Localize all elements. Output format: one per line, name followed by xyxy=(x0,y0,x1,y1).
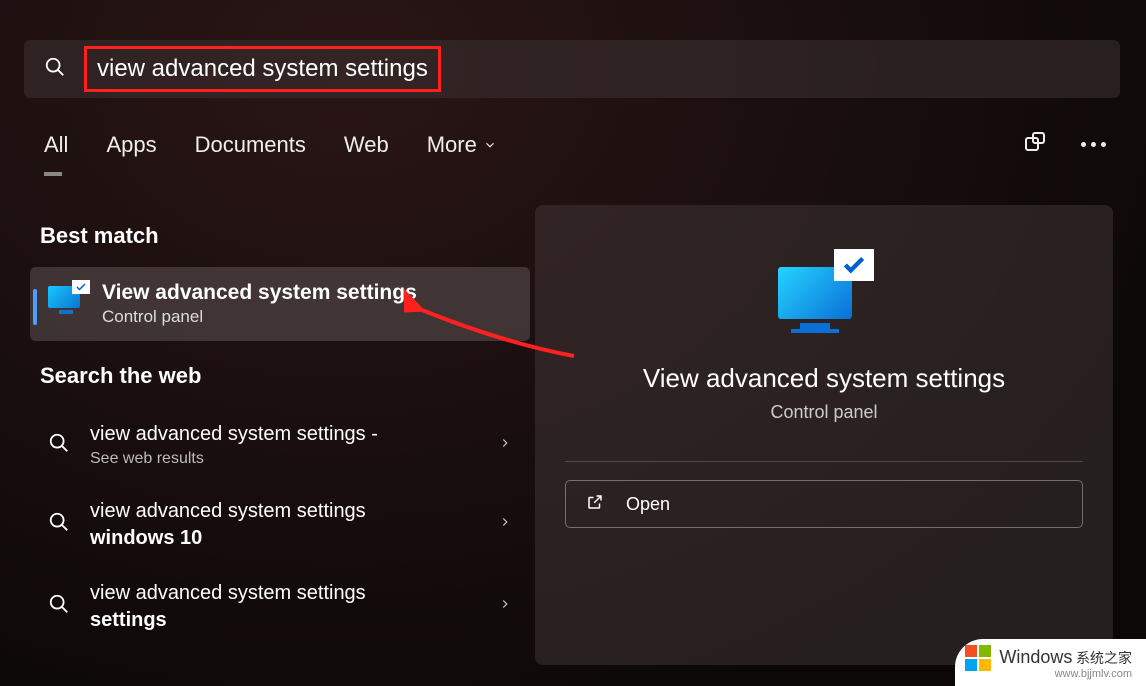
watermark-brand: Windows xyxy=(999,647,1072,667)
filter-tabs: All Apps Documents Web More xyxy=(44,132,497,176)
watermark-url: www.bjjmlv.com xyxy=(999,668,1132,680)
overview-icon[interactable] xyxy=(1023,130,1047,159)
watermark: Windows 系统之家 www.bjjmlv.com xyxy=(955,639,1146,686)
system-settings-icon xyxy=(48,286,84,322)
detail-panel: View advanced system settings Control pa… xyxy=(535,205,1113,665)
tab-more-label: More xyxy=(427,132,477,158)
detail-subtitle: Control panel xyxy=(770,402,877,423)
best-match-title: View advanced system settings xyxy=(102,281,417,305)
web-result-sub: See web results xyxy=(90,448,478,470)
chevron-right-icon xyxy=(498,515,512,534)
watermark-cn: 系统之家 xyxy=(1076,650,1132,666)
chevron-down-icon xyxy=(483,132,497,158)
detail-title: View advanced system settings xyxy=(643,363,1005,394)
best-match-result[interactable]: View advanced system settings Control pa… xyxy=(30,267,530,341)
results-column: Best match View advanced system settings… xyxy=(30,215,530,648)
search-icon xyxy=(44,56,66,83)
web-result-line1: view advanced system settings xyxy=(90,500,366,522)
web-result-line1: view advanced system settings xyxy=(90,582,366,604)
search-input-highlight: view advanced system settings xyxy=(84,46,441,92)
chevron-right-icon xyxy=(498,597,512,616)
open-button[interactable]: Open xyxy=(565,480,1083,528)
web-result-1[interactable]: view advanced system settings windows 10 xyxy=(30,484,530,566)
tab-all[interactable]: All xyxy=(44,132,68,176)
tab-apps[interactable]: Apps xyxy=(106,132,156,176)
search-icon xyxy=(48,432,70,459)
search-web-heading: Search the web xyxy=(40,363,520,389)
open-external-icon xyxy=(586,493,604,516)
web-result-2[interactable]: view advanced system settings settings xyxy=(30,566,530,648)
web-result-line1: view advanced system settings xyxy=(90,423,366,445)
chevron-right-icon xyxy=(498,436,512,455)
open-button-label: Open xyxy=(626,494,670,515)
search-bar[interactable]: view advanced system settings xyxy=(24,40,1120,98)
top-right-actions xyxy=(1023,130,1106,159)
tab-web[interactable]: Web xyxy=(344,132,389,176)
search-icon xyxy=(48,593,70,620)
windows-logo-icon xyxy=(963,643,993,673)
search-icon xyxy=(48,511,70,538)
divider xyxy=(565,461,1083,462)
tab-documents[interactable]: Documents xyxy=(195,132,306,176)
web-result-0[interactable]: view advanced system settings - See web … xyxy=(30,407,530,484)
best-match-heading: Best match xyxy=(40,223,520,249)
more-options-icon[interactable] xyxy=(1081,142,1106,147)
tab-more[interactable]: More xyxy=(427,132,497,176)
system-settings-large-icon xyxy=(778,253,870,333)
best-match-subtitle: Control panel xyxy=(102,307,417,327)
search-query-text[interactable]: view advanced system settings xyxy=(97,55,428,83)
